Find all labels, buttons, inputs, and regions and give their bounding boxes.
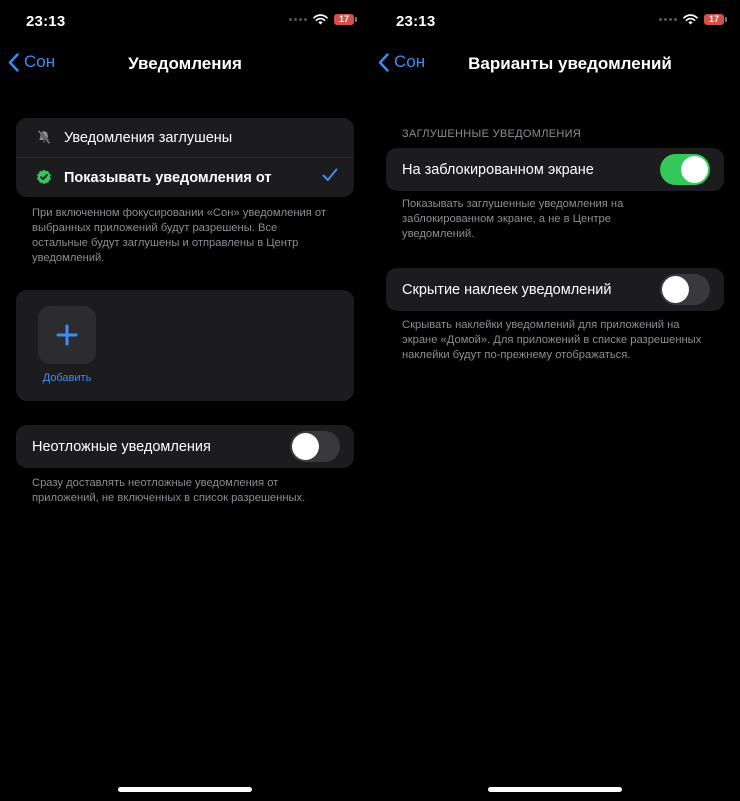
battery-icon: 17: [704, 14, 727, 25]
lock-screen-footnote: Показывать заглушенные уведомления на за…: [402, 198, 624, 240]
urgent-notifications-row: Неотложные уведомления: [16, 425, 354, 468]
page-title: Уведомления: [128, 54, 242, 73]
urgent-notifications-label: Неотложные уведомления: [32, 438, 211, 455]
status-time: 23:13: [396, 13, 436, 30]
lock-screen-label: На заблокированном экране: [402, 161, 594, 178]
green-badge-check-icon: [36, 169, 52, 185]
section-header: ЗАГЛУШЕННЫЕ УВЕДОМЛЕНИЯ: [402, 128, 582, 140]
option-silenced[interactable]: Уведомления заглушены: [16, 118, 354, 157]
navigation-bar: Сон Уведомления: [0, 52, 370, 78]
option-allow-from[interactable]: Показывать уведомления от: [16, 157, 354, 197]
urgent-notifications-card: Неотложные уведомления: [16, 425, 354, 468]
wifi-icon: [313, 14, 328, 25]
home-indicator[interactable]: [118, 787, 252, 792]
cellular-signal-icon: [659, 18, 677, 21]
lock-screen-row: На заблокированном экране: [386, 148, 724, 191]
notification-mode-list: Уведомления заглушены Показывать уведомл…: [16, 118, 354, 197]
lock-screen-toggle[interactable]: [660, 154, 710, 185]
add-app-label[interactable]: Добавить: [38, 372, 96, 384]
page-title: Варианты уведомлений: [468, 54, 672, 73]
hide-badges-toggle[interactable]: [660, 274, 710, 305]
wifi-icon: [683, 14, 698, 25]
add-app-button[interactable]: [38, 306, 96, 364]
chevron-left-icon: [378, 52, 389, 72]
status-bar: 23:13 17: [0, 0, 370, 44]
urgent-footnote: Сразу доставлять неотложные уведомления …: [32, 477, 306, 504]
cellular-signal-icon: [289, 18, 307, 21]
option-silenced-label: Уведомления заглушены: [64, 129, 233, 146]
hide-badges-label: Скрытие наклеек уведомлений: [402, 281, 612, 298]
option-allow-from-label: Показывать уведомления от: [64, 169, 272, 186]
hide-badges-footnote: Скрывать наклейки уведомлений для прилож…: [402, 319, 702, 361]
bell-slash-icon: [36, 129, 52, 145]
checkmark-icon: [322, 168, 338, 187]
plus-icon: [56, 324, 78, 346]
home-indicator[interactable]: [488, 787, 622, 792]
notifications-screen: 23:13 17 Сон Уведомления Уведомления заг…: [0, 0, 370, 801]
status-time: 23:13: [26, 13, 66, 30]
battery-icon: 17: [334, 14, 357, 25]
allowed-apps-card: Добавить: [16, 290, 354, 401]
urgent-notifications-toggle[interactable]: [290, 431, 340, 462]
status-bar: 23:13 17: [370, 0, 740, 44]
navigation-bar: Сон Варианты уведомлений: [370, 52, 740, 78]
lock-screen-card: На заблокированном экране: [386, 148, 724, 191]
hide-badges-card: Скрытие наклеек уведомлений: [386, 268, 724, 311]
hide-badges-row: Скрытие наклеек уведомлений: [386, 268, 724, 311]
options-footnote: При включенном фокусировании «Сон» уведо…: [32, 207, 327, 264]
notification-options-screen: 23:13 17 Сон Варианты уведомлений ЗАГЛУШ…: [370, 0, 740, 801]
